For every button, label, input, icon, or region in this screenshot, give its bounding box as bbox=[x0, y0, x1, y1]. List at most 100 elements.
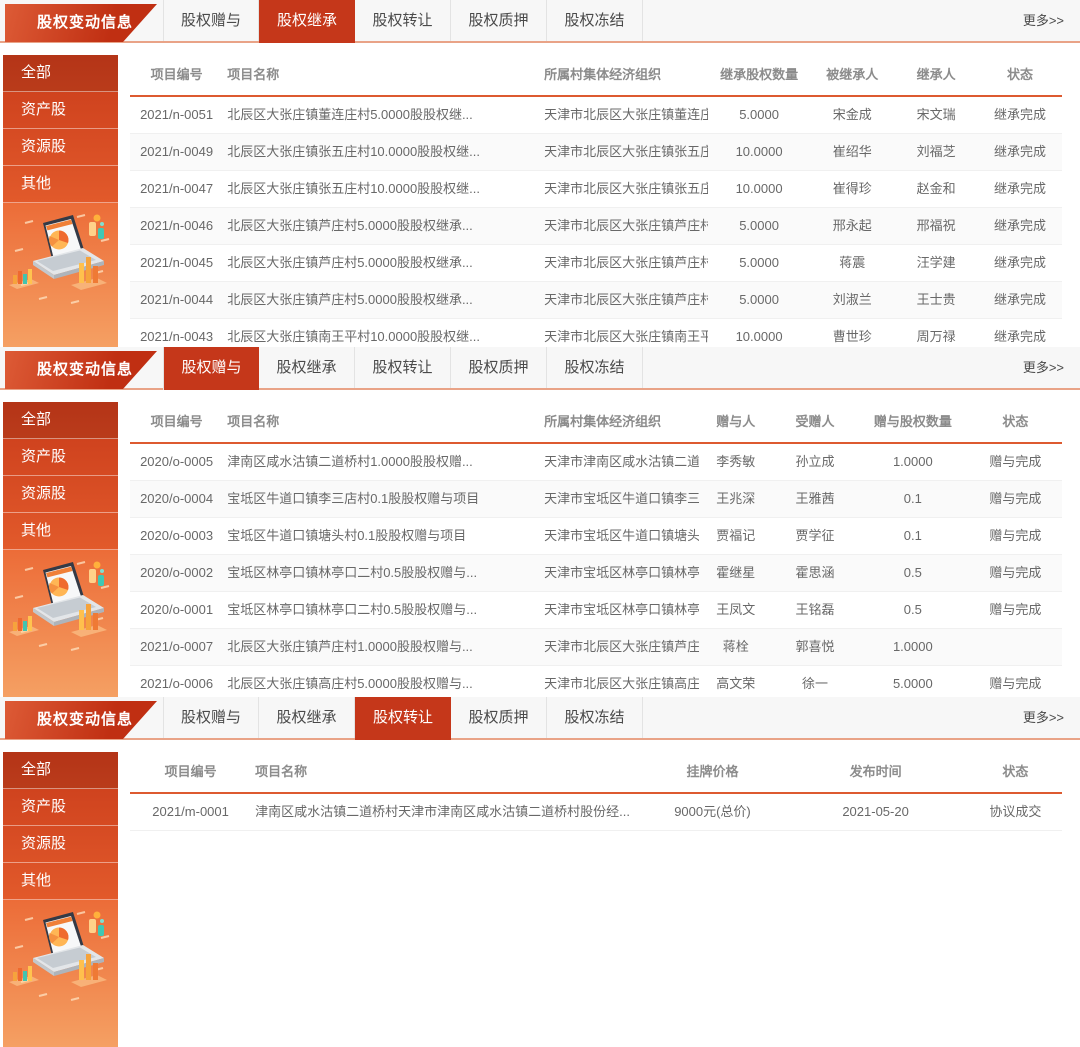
data-table: 项目编号项目名称所属村集体经济组织继承股权数量被继承人继承人状态 2021/n-… bbox=[130, 55, 1062, 347]
table-body: 2021/n-0051北辰区大张庄镇董连庄村5.0000股股权继...天津市北辰… bbox=[130, 97, 1062, 356]
more-link[interactable]: 更多>> bbox=[1023, 697, 1064, 738]
more-link[interactable]: 更多>> bbox=[1023, 347, 1064, 388]
section-tab-bar: 股权变动信息 股权赠与股权继承股权转让股权质押股权冻结 更多>> bbox=[0, 347, 1080, 390]
tab[interactable]: 股权冻结 bbox=[547, 0, 643, 41]
charts-laptop-illustration bbox=[9, 556, 113, 652]
tab[interactable]: 股权继承 bbox=[259, 697, 355, 738]
bar-chart-left-icon bbox=[9, 616, 39, 636]
table-cell: 天津市北辰区大张庄镇董连庄村股... bbox=[540, 97, 708, 133]
sidebar-category-item[interactable]: 资源股 bbox=[3, 476, 118, 513]
table-row[interactable]: 2021/n-0049北辰区大张庄镇张五庄村10.0000股股权继...天津市北… bbox=[130, 134, 1062, 171]
tab[interactable]: 股权质押 bbox=[451, 347, 547, 388]
table-cell: 2020/o-0005 bbox=[130, 444, 223, 480]
tab[interactable]: 股权赠与 bbox=[163, 347, 259, 390]
category-list: 全部资产股资源股其他 bbox=[3, 55, 118, 203]
tab[interactable]: 股权转让 bbox=[355, 697, 451, 740]
tab[interactable]: 股权转让 bbox=[355, 347, 451, 388]
table-cell: 北辰区大张庄镇芦庄村5.0000股股权继承... bbox=[223, 282, 540, 318]
sidebar-category-item[interactable]: 全部 bbox=[3, 55, 118, 92]
table-cell: 2021/n-0044 bbox=[130, 282, 223, 318]
table-cell: 宝坻区牛道口镇李三店村0.1股股权赠与项目 bbox=[223, 481, 540, 517]
table-cell: 王雅茜 bbox=[773, 481, 857, 517]
table-row[interactable]: 2020/o-0003宝坻区牛道口镇塘头村0.1股股权赠与项目天津市宝坻区牛道口… bbox=[130, 518, 1062, 555]
table-header-row: 项目编号项目名称所属村集体经济组织赠与人受赠人赠与股权数量状态 bbox=[130, 402, 1062, 444]
tab[interactable]: 股权赠与 bbox=[163, 697, 259, 738]
table-cell: 10.0000 bbox=[708, 134, 811, 170]
table-cell: 继承完成 bbox=[978, 97, 1062, 133]
table-cell: 赠与完成 bbox=[969, 592, 1062, 628]
sidebar-category-item[interactable]: 其他 bbox=[3, 166, 118, 203]
table-cell: 天津市宝坻区林亭口镇林亭口二村... bbox=[540, 555, 698, 591]
sidebar-category-item[interactable]: 资产股 bbox=[3, 789, 118, 826]
table-row[interactable]: 2021/n-0044北辰区大张庄镇芦庄村5.0000股股权继承...天津市北辰… bbox=[130, 282, 1062, 319]
table-cell: 天津市北辰区大张庄镇芦庄村股份... bbox=[540, 282, 708, 318]
sidebar-category-item[interactable]: 全部 bbox=[3, 752, 118, 789]
table-cell: 天津市宝坻区林亭口镇林亭口二村... bbox=[540, 592, 698, 628]
table-cell: 北辰区大张庄镇董连庄村5.0000股股权继... bbox=[223, 97, 540, 133]
table-cell: 1.0000 bbox=[857, 444, 969, 480]
sidebar-illustration-panel bbox=[3, 900, 118, 1047]
column-header: 项目名称 bbox=[223, 55, 540, 95]
table-row[interactable]: 2021/n-0047北辰区大张庄镇张五庄村10.0000股股权继...天津市北… bbox=[130, 171, 1062, 208]
sidebar-category-item[interactable]: 资产股 bbox=[3, 92, 118, 129]
sidebar-illustration-panel bbox=[3, 550, 118, 697]
table-row[interactable]: 2020/o-0001宝坻区林亭口镇林亭口二村0.5股股权赠与...天津市宝坻区… bbox=[130, 592, 1062, 629]
table-row[interactable]: 2021/n-0051北辰区大张庄镇董连庄村5.0000股股权继...天津市北辰… bbox=[130, 97, 1062, 134]
table-cell: 2021-05-20 bbox=[782, 794, 968, 830]
tab[interactable]: 股权质押 bbox=[451, 0, 547, 41]
table-cell: 天津市宝坻区牛道口镇李三店村股... bbox=[540, 481, 698, 517]
sidebar-category-item[interactable]: 资源股 bbox=[3, 826, 118, 863]
table-cell: 5.0000 bbox=[708, 208, 811, 244]
column-header: 项目编号 bbox=[130, 402, 223, 442]
table-cell: 蒋栓 bbox=[699, 629, 774, 665]
table-cell: 宋金成 bbox=[810, 97, 894, 133]
table-cell: 赠与完成 bbox=[969, 518, 1062, 554]
sidebar-category-item[interactable]: 资产股 bbox=[3, 439, 118, 476]
table-row[interactable]: 2021/n-0045北辰区大张庄镇芦庄村5.0000股股权继承...天津市北辰… bbox=[130, 245, 1062, 282]
table-row[interactable]: 2021/o-0007北辰区大张庄镇芦庄村1.0000股股权赠与...天津市北辰… bbox=[130, 629, 1062, 666]
sidebar-category-item[interactable]: 全部 bbox=[3, 402, 118, 439]
tab[interactable]: 股权继承 bbox=[259, 347, 355, 388]
beaker-icon bbox=[89, 215, 104, 240]
data-table: 项目编号项目名称挂牌价格发布时间状态 2021/m-0001津南区咸水沽镇二道桥… bbox=[130, 752, 1062, 1047]
tab-list: 股权赠与股权继承股权转让股权质押股权冻结 bbox=[163, 0, 1080, 41]
table-cell: 北辰区大张庄镇张五庄村10.0000股股权继... bbox=[223, 134, 540, 170]
table-cell: 李秀敏 bbox=[699, 444, 774, 480]
table-row[interactable]: 2020/o-0004宝坻区牛道口镇李三店村0.1股股权赠与项目天津市宝坻区牛道… bbox=[130, 481, 1062, 518]
table-cell: 10.0000 bbox=[708, 171, 811, 207]
equity-change-section: 股权变动信息 股权赠与股权继承股权转让股权质押股权冻结 更多>> 全部资产股资源… bbox=[0, 0, 1080, 347]
sidebar-category-item[interactable]: 其他 bbox=[3, 513, 118, 550]
column-header: 所属村集体经济组织 bbox=[540, 55, 708, 95]
sidebar-category-item[interactable]: 其他 bbox=[3, 863, 118, 900]
column-header: 被继承人 bbox=[810, 55, 894, 95]
column-header: 赠与人 bbox=[699, 402, 774, 442]
table-cell: 霍思涵 bbox=[773, 555, 857, 591]
table-cell: 北辰区大张庄镇张五庄村10.0000股股权继... bbox=[223, 171, 540, 207]
table-cell: 5.0000 bbox=[708, 282, 811, 318]
sidebar-category-item[interactable]: 资源股 bbox=[3, 129, 118, 166]
more-link[interactable]: 更多>> bbox=[1023, 0, 1064, 41]
table-cell: 宋文瑞 bbox=[894, 97, 978, 133]
table-row[interactable]: 2020/o-0005津南区咸水沽镇二道桥村1.0000股股权赠...天津市津南… bbox=[130, 444, 1062, 481]
tab[interactable]: 股权转让 bbox=[355, 0, 451, 41]
table-cell: 刘福芝 bbox=[894, 134, 978, 170]
table-row[interactable]: 2020/o-0002宝坻区林亭口镇林亭口二村0.5股股权赠与...天津市宝坻区… bbox=[130, 555, 1062, 592]
table-cell: 5.0000 bbox=[708, 245, 811, 281]
data-table: 项目编号项目名称所属村集体经济组织赠与人受赠人赠与股权数量状态 2020/o-0… bbox=[130, 402, 1062, 697]
column-header: 状态 bbox=[969, 402, 1062, 442]
table-row[interactable]: 2021/n-0046北辰区大张庄镇芦庄村5.0000股股权继承...天津市北辰… bbox=[130, 208, 1062, 245]
tab[interactable]: 股权质押 bbox=[451, 697, 547, 738]
column-header: 赠与股权数量 bbox=[857, 402, 969, 442]
tab[interactable]: 股权赠与 bbox=[163, 0, 259, 41]
table-cell: 宝坻区林亭口镇林亭口二村0.5股股权赠与... bbox=[223, 555, 540, 591]
beaker-icon bbox=[89, 912, 104, 937]
column-header: 项目编号 bbox=[130, 752, 251, 792]
tab[interactable]: 股权继承 bbox=[259, 0, 355, 43]
table-header-row: 项目编号项目名称挂牌价格发布时间状态 bbox=[130, 752, 1062, 794]
tab[interactable]: 股权冻结 bbox=[547, 347, 643, 388]
section-body: 全部资产股资源股其他 bbox=[0, 390, 1080, 697]
table-row[interactable]: 2021/m-0001津南区咸水沽镇二道桥村天津市津南区咸水沽镇二道桥村股份经.… bbox=[130, 794, 1062, 831]
tab[interactable]: 股权冻结 bbox=[547, 697, 643, 738]
table-cell: 北辰区大张庄镇芦庄村5.0000股股权继承... bbox=[223, 208, 540, 244]
table-cell: 赠与完成 bbox=[969, 444, 1062, 480]
